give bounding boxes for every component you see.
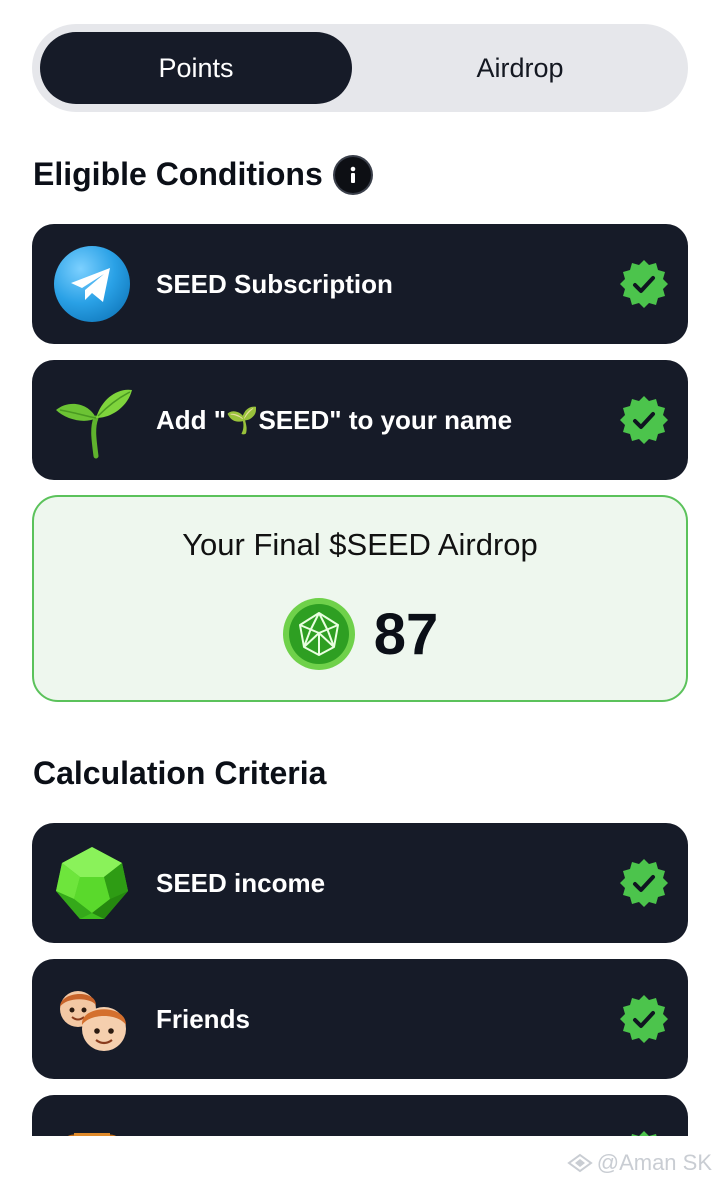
tab-switcher: Points Airdrop xyxy=(32,24,688,112)
final-airdrop-title: Your Final $SEED Airdrop xyxy=(182,527,538,562)
calculation-criteria-heading: Calculation Criteria xyxy=(33,755,326,792)
tab-points[interactable]: Points xyxy=(40,32,352,104)
verified-check-icon xyxy=(620,260,668,308)
condition-label: SEED Subscription xyxy=(156,268,393,299)
eligible-conditions-heading: Eligible Conditions xyxy=(33,156,371,193)
info-icon[interactable] xyxy=(334,156,371,193)
eligible-conditions-title: Eligible Conditions xyxy=(33,156,323,192)
final-airdrop-value: 87 xyxy=(373,601,439,667)
verified-check-icon xyxy=(620,995,668,1043)
watermark-logo-icon xyxy=(567,1153,593,1173)
sprout-icon xyxy=(52,380,132,460)
final-airdrop-value-row: 87 xyxy=(34,597,686,671)
criteria-seed-income[interactable]: SEED income xyxy=(32,823,688,943)
criteria-label: SEED income xyxy=(156,867,326,898)
gem-icon xyxy=(52,843,132,923)
watermark: @Aman SK xyxy=(567,1150,712,1176)
friends-icon xyxy=(52,979,132,1059)
condition-seed-subscription[interactable]: SEED Subscription xyxy=(32,224,688,344)
final-airdrop-card: Your Final $SEED Airdrop 87 xyxy=(32,495,688,702)
telegram-icon xyxy=(52,244,132,324)
verified-check-icon xyxy=(620,859,668,907)
condition-add-seed-name[interactable]: Add "🌱SEED" to your name xyxy=(32,360,688,480)
seed-coin-icon xyxy=(282,598,355,670)
watermark-text: @Aman SK xyxy=(596,1150,712,1175)
calculation-criteria-title: Calculation Criteria xyxy=(33,755,327,791)
condition-label: Add "🌱SEED" to your name xyxy=(156,404,513,435)
criteria-label: Friends xyxy=(156,1003,250,1034)
verified-check-icon xyxy=(620,396,668,444)
criteria-friends[interactable]: Friends xyxy=(32,959,688,1079)
tab-airdrop[interactable]: Airdrop xyxy=(360,32,680,104)
